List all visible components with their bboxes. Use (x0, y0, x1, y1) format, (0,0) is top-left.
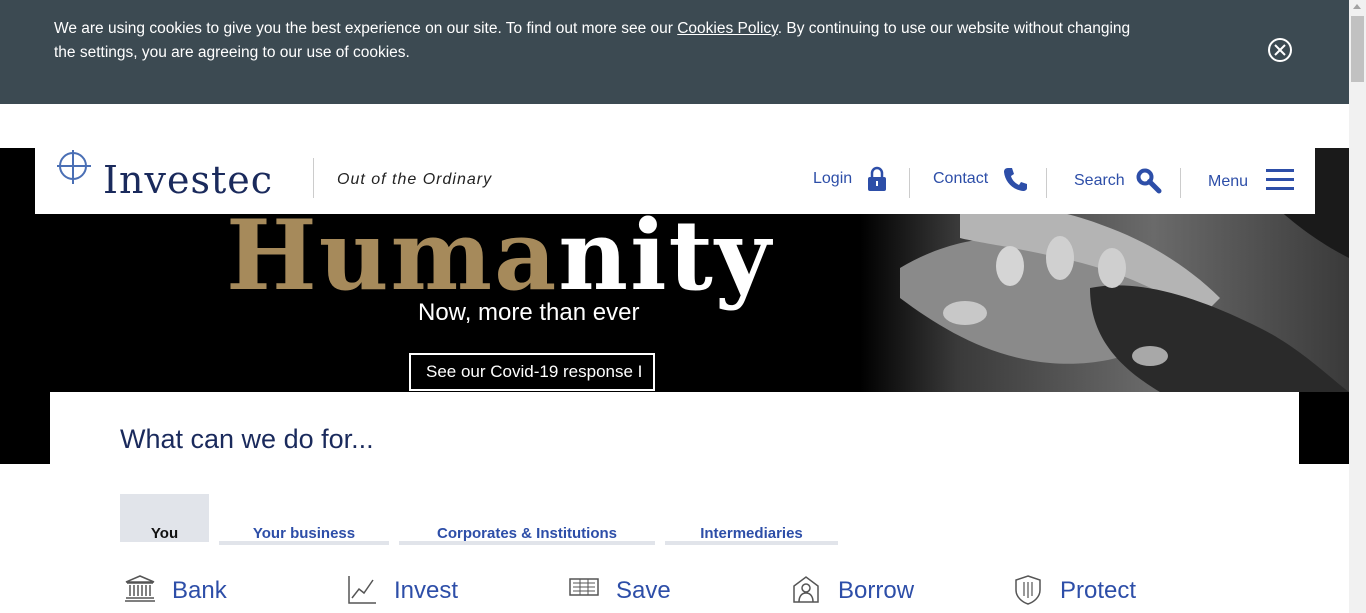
site-header: Investec Out of the Ordinary Login Conta… (35, 148, 1315, 214)
section-title: What can we do for... (120, 424, 374, 454)
close-icon (1274, 44, 1286, 56)
nav-separator (909, 168, 910, 198)
search-label: Search (1074, 172, 1125, 189)
nav-separator (1046, 168, 1047, 198)
tab-you[interactable]: You (120, 494, 209, 542)
search-link[interactable]: Search (1074, 162, 1166, 198)
login-link[interactable]: Login (813, 162, 889, 198)
phone-icon (1004, 168, 1027, 191)
category-label: Save (616, 577, 671, 604)
headline-gold-part: Huma (226, 199, 559, 312)
tab-your-business[interactable]: Your business (219, 494, 389, 545)
menu-button[interactable]: Menu (1208, 162, 1300, 198)
category-label: Bank (172, 577, 227, 604)
search-icon (1136, 168, 1162, 194)
nav-separator (1180, 168, 1181, 198)
category-label: Protect (1060, 577, 1137, 604)
category-label: Invest (394, 577, 459, 604)
bank-icon (125, 575, 155, 602)
close-cookie-button[interactable] (1268, 38, 1292, 62)
brand-name[interactable]: Investec (103, 158, 273, 202)
hero-subline: Now, more than ever (418, 299, 640, 326)
scrollbar[interactable] (1349, 0, 1366, 613)
tab-label: You (150, 525, 179, 542)
cookie-banner: We are using cookies to give you the bes… (0, 0, 1349, 104)
tab-corporates-institutions[interactable]: Corporates & Institutions (399, 494, 655, 545)
shield-icon (1015, 575, 1041, 605)
tab-underline (219, 541, 389, 545)
hamburger-menu-icon (1266, 169, 1294, 190)
headline-white-part: nity (558, 199, 773, 312)
hero-headline: Humanity (226, 208, 773, 304)
header-divider (313, 158, 314, 198)
tab-label: Intermediaries (700, 525, 803, 542)
tab-underline (399, 541, 655, 545)
cookie-message: We are using cookies to give you the bes… (54, 17, 1134, 65)
scroll-thumb[interactable] (1351, 16, 1364, 82)
tab-intermediaries[interactable]: Intermediaries (665, 494, 838, 545)
borrow-icon (793, 576, 819, 603)
cookies-policy-link[interactable]: Cookies Policy (677, 20, 778, 37)
category-label: Borrow (838, 577, 915, 604)
contact-link[interactable]: Contact (933, 162, 1029, 198)
tab-label: Corporates & Institutions (436, 525, 617, 542)
tab-label: Your business (252, 525, 356, 542)
login-label: Login (813, 170, 853, 187)
lock-icon (868, 166, 886, 191)
brand-tagline: Out of the Ordinary (337, 171, 493, 188)
tab-underline (665, 541, 838, 545)
menu-label: Menu (1208, 173, 1249, 190)
cookie-text-before: We are using cookies to give you the bes… (54, 20, 678, 37)
scroll-up-arrow[interactable] (1353, 4, 1361, 9)
covid-response-button[interactable]: See our Covid-19 response I (409, 353, 655, 391)
investec-logo-icon[interactable] (55, 150, 95, 190)
save-icon (569, 578, 599, 596)
contact-label: Contact (933, 170, 989, 187)
chart-icon (348, 576, 376, 604)
